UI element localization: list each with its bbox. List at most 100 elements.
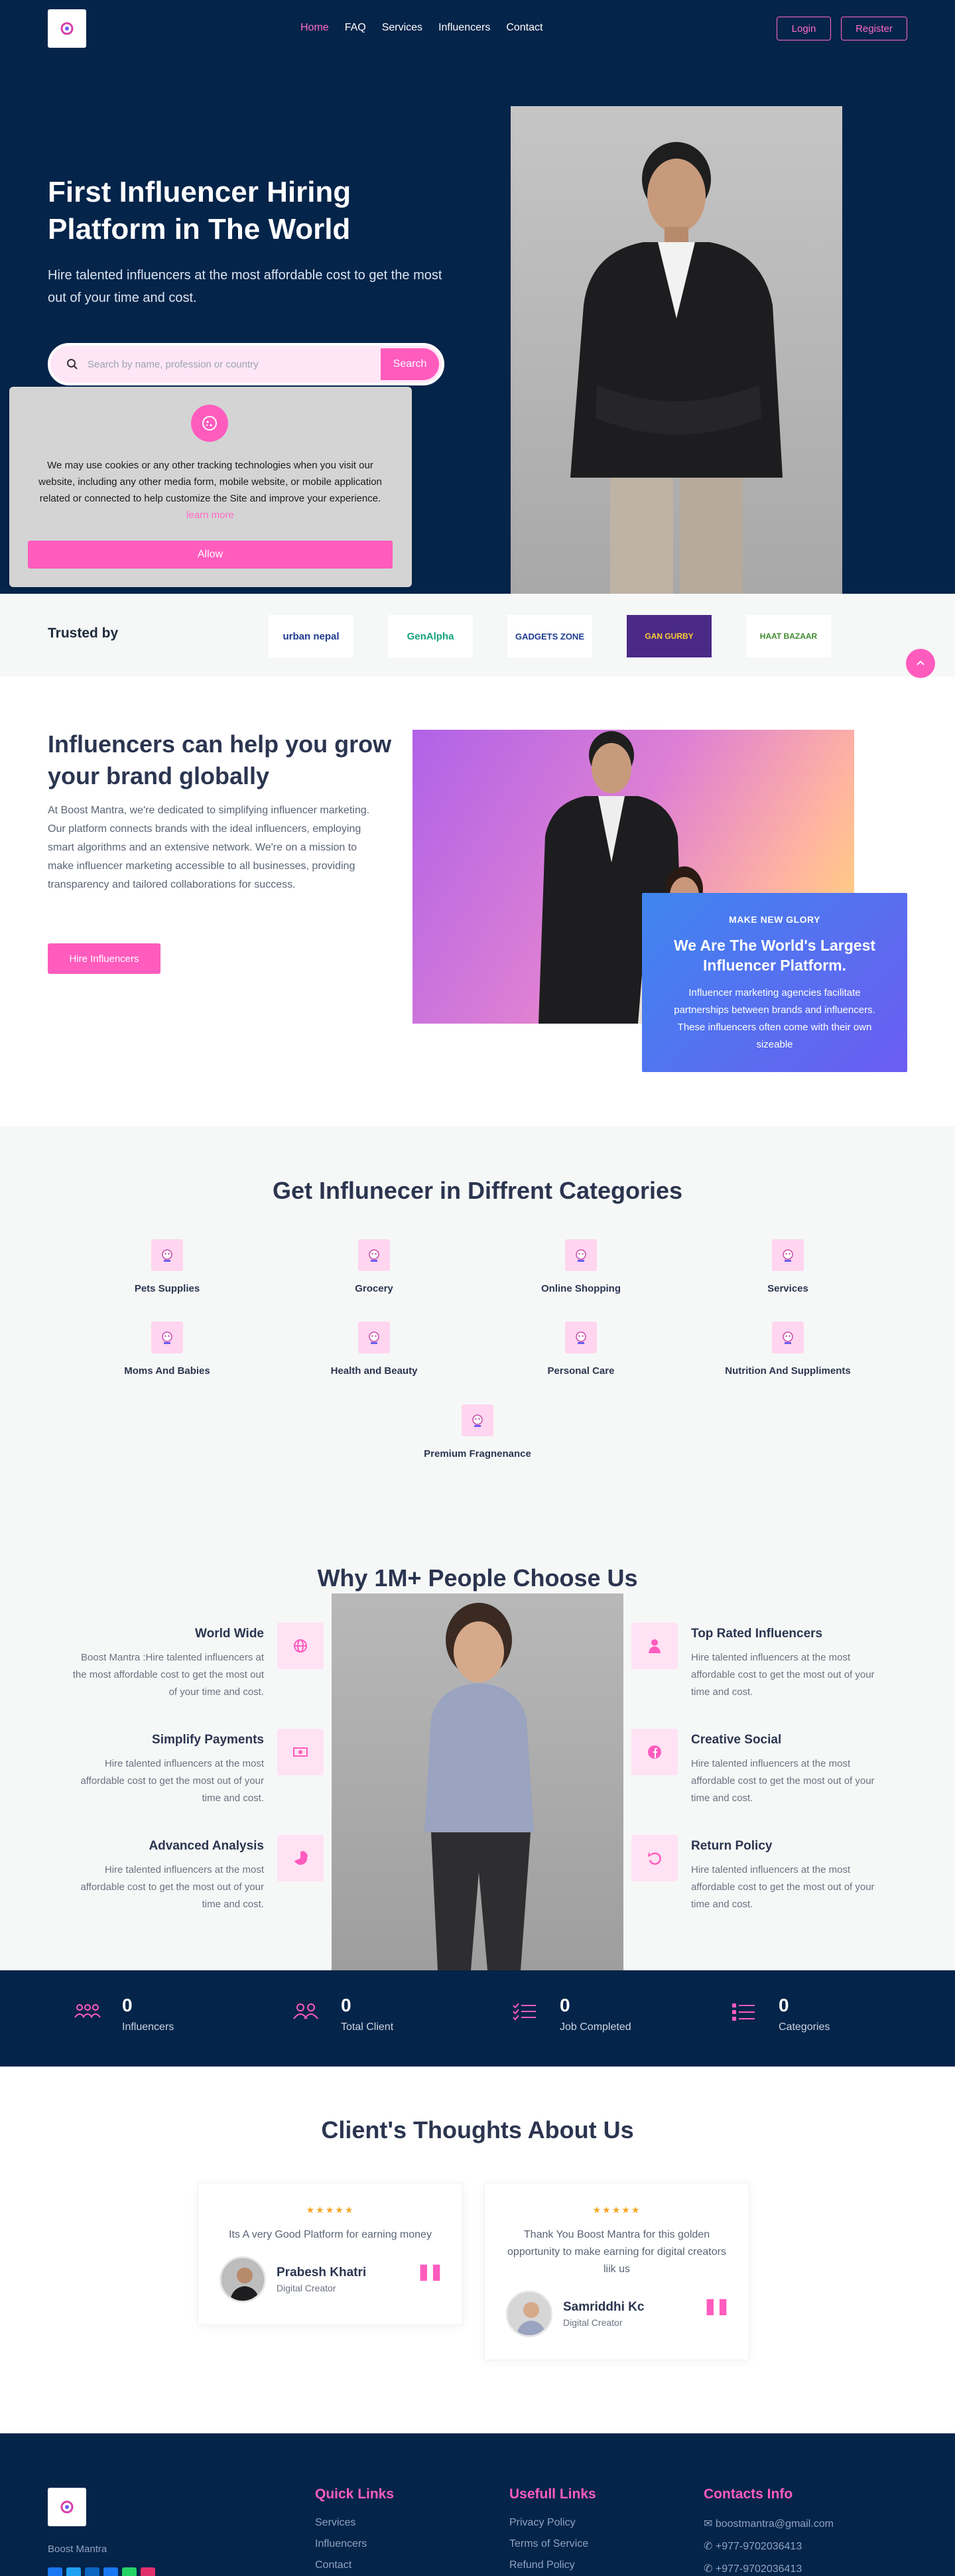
nav-influencers[interactable]: Influencers bbox=[438, 22, 490, 34]
register-button[interactable]: Register bbox=[841, 17, 907, 40]
hero-man-photo bbox=[511, 106, 842, 594]
messenger-icon[interactable] bbox=[103, 2567, 118, 2576]
category-label: Personal Care bbox=[547, 1365, 615, 1377]
contacts-info: Contacts Info ✉ boostmantra@gmail.com ✆ … bbox=[704, 2486, 834, 2575]
hire-influencers-button[interactable]: Hire Influencers bbox=[48, 943, 160, 974]
category-item[interactable]: Moms And Babies bbox=[68, 1322, 267, 1377]
category-item[interactable]: Nutrition And Suppliments bbox=[688, 1322, 887, 1377]
quote-icon: " bbox=[701, 2287, 732, 2357]
avatar bbox=[506, 2291, 552, 2337]
learn-more-link[interactable]: learn more bbox=[186, 509, 234, 521]
category-item[interactable]: Online Shopping bbox=[481, 1239, 680, 1294]
phone-icon: ✆ bbox=[704, 2541, 716, 2552]
footer-link-contact[interactable]: Contact bbox=[315, 2559, 394, 2571]
contacts-title: Contacts Info bbox=[704, 2486, 793, 2502]
nav-faq[interactable]: FAQ bbox=[345, 22, 366, 34]
testimonial-name: Samriddhi Kc bbox=[563, 2300, 645, 2314]
site-logo[interactable] bbox=[48, 9, 86, 48]
category-icon bbox=[565, 1322, 597, 1353]
feature-title: Top Rated Influencers bbox=[691, 1627, 823, 1641]
category-label: Grocery bbox=[355, 1283, 393, 1294]
contact-phone-alt[interactable]: ✆ +977-9702036413 bbox=[704, 2562, 834, 2575]
scroll-top-button[interactable] bbox=[906, 649, 935, 678]
contact-phone[interactable]: ✆ +977-9702036413 bbox=[704, 2540, 834, 2553]
category-icon bbox=[772, 1239, 804, 1271]
twitter-icon[interactable] bbox=[66, 2567, 81, 2576]
why-woman-photo bbox=[332, 1593, 623, 1970]
testimonials-title: Client's Thoughts About Us bbox=[321, 2116, 634, 2143]
facebook-icon[interactable] bbox=[48, 2567, 62, 2576]
categories-title: Get Influnecer in Diffrent Categories bbox=[272, 1177, 683, 1204]
category-label: Services bbox=[767, 1283, 808, 1294]
contact-email[interactable]: ✉ boostmantra@gmail.com bbox=[704, 2517, 834, 2530]
stat-label: Categories bbox=[779, 2021, 830, 2033]
footer-link-privacy[interactable]: Privacy Policy bbox=[509, 2517, 596, 2529]
category-item[interactable]: Grocery bbox=[275, 1239, 474, 1294]
whatsapp-icon[interactable] bbox=[122, 2567, 137, 2576]
login-button[interactable]: Login bbox=[777, 17, 831, 40]
cookie-banner: We may use cookies or any other tracking… bbox=[9, 387, 412, 587]
hero-title: First Influencer Hiring Platform in The … bbox=[48, 176, 351, 245]
category-item[interactable]: Premium Fragnenance bbox=[378, 1404, 577, 1459]
why-feature: World Wide Boost Mantra :Hire talented in… bbox=[65, 1627, 264, 1701]
why-title: Why 1M+ People Choose Us bbox=[317, 1564, 638, 1592]
category-item[interactable]: Pets Supplies bbox=[68, 1239, 267, 1294]
testimonial-card: ★★★★★ Thank You Boost Mantra for this go… bbox=[484, 2183, 749, 2360]
stat-item: 0 Total Client bbox=[292, 1995, 393, 2033]
rating-stars: ★★★★★ bbox=[592, 2204, 641, 2215]
nav-home[interactable]: Home bbox=[300, 22, 329, 34]
glory-card: MAKE NEW GLORY We Are The World's Larges… bbox=[642, 893, 907, 1072]
category-label: Nutrition And Suppliments bbox=[725, 1365, 851, 1377]
category-icon bbox=[358, 1239, 390, 1271]
chevron-up-icon bbox=[917, 660, 924, 665]
avatar bbox=[220, 2256, 266, 2303]
linkedin-icon[interactable] bbox=[85, 2567, 99, 2576]
globe-icon bbox=[277, 1623, 324, 1669]
nav-contact[interactable]: Contact bbox=[506, 22, 542, 34]
glory-text: Influencer marketing agencies facilitate… bbox=[674, 987, 875, 1050]
why-feature: Return Policy Hire talented influencers a… bbox=[691, 1839, 890, 1913]
testimonial-role: Digital Creator bbox=[563, 2317, 623, 2328]
facebook-icon bbox=[631, 1729, 678, 1775]
cookie-icon bbox=[191, 405, 228, 442]
feature-title: Simplify Payments bbox=[152, 1733, 264, 1747]
user-tie-icon bbox=[631, 1623, 678, 1669]
footer-link-services[interactable]: Services bbox=[315, 2517, 394, 2529]
quick-links-title: Quick Links bbox=[315, 2486, 395, 2502]
footer-link-terms[interactable]: Terms of Service bbox=[509, 2538, 596, 2550]
category-item[interactable]: Personal Care bbox=[481, 1322, 680, 1377]
useful-links-title: Usefull Links bbox=[509, 2486, 596, 2502]
category-icon bbox=[151, 1322, 183, 1353]
testimonial-role: Digital Creator bbox=[277, 2283, 336, 2293]
stat-label: Influencers bbox=[122, 2021, 174, 2033]
footer-logo[interactable] bbox=[48, 2488, 86, 2526]
stat-value: 0 bbox=[560, 1995, 570, 2015]
category-icon bbox=[151, 1239, 183, 1271]
why-feature: Top Rated Influencers Hire talented influ… bbox=[691, 1627, 890, 1701]
nav-services[interactable]: Services bbox=[382, 22, 422, 34]
glory-title: We Are The World's Largest Influencer Pl… bbox=[673, 937, 876, 974]
hero-subtitle: Hire talented influencers at the most af… bbox=[48, 268, 442, 305]
logo-gadgets-zone: GADGETS ZONE bbox=[507, 615, 592, 657]
category-icon bbox=[358, 1322, 390, 1353]
allow-cookies-button[interactable]: Allow bbox=[28, 541, 393, 569]
feature-title: World Wide bbox=[195, 1627, 264, 1641]
stat-item: 0 Influencers bbox=[73, 1995, 174, 2033]
footer-link-refund[interactable]: Refund Policy bbox=[509, 2559, 596, 2571]
feature-text: Hire talented influencers at the most af… bbox=[80, 1758, 264, 1804]
list-icon bbox=[732, 2003, 755, 2021]
category-label: Health and Beauty bbox=[330, 1365, 418, 1377]
search-input[interactable]: Search by name, profession or country bbox=[88, 359, 381, 370]
stat-label: Total Client bbox=[341, 2021, 394, 2033]
instagram-icon[interactable] bbox=[141, 2567, 155, 2576]
category-label: Pets Supplies bbox=[134, 1283, 200, 1294]
category-item[interactable]: Services bbox=[688, 1239, 887, 1294]
why-feature: Advanced Analysis Hire talented influence… bbox=[65, 1839, 264, 1913]
stat-label: Job Completed bbox=[560, 2021, 631, 2033]
category-icon bbox=[772, 1322, 804, 1353]
testimonial-quote: Thank You Boost Mantra for this golden o… bbox=[507, 2229, 726, 2275]
feature-title: Return Policy bbox=[691, 1839, 773, 1853]
footer-link-influencers[interactable]: Influencers bbox=[315, 2538, 394, 2550]
category-item[interactable]: Health and Beauty bbox=[275, 1322, 474, 1377]
search-button[interactable]: Search bbox=[381, 348, 439, 380]
